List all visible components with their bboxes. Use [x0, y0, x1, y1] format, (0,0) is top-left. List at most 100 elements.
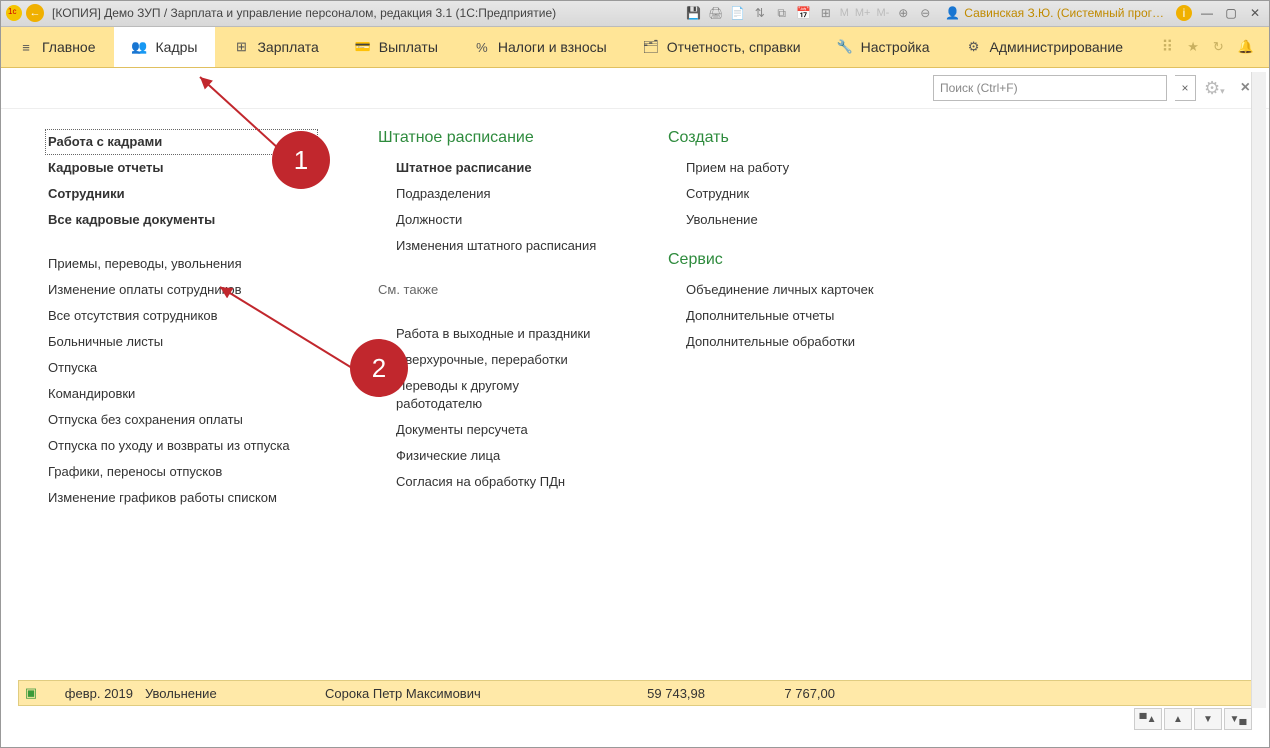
table-row[interactable]: ▣ февр. 2019 Увольнение Сорока Петр Макс…	[18, 680, 1252, 706]
row-person: Сорока Петр Максимович	[325, 686, 595, 701]
section-header: Сервис	[668, 251, 898, 269]
nav-link[interactable]: Переводы к другому работодателю	[396, 373, 608, 417]
window-title: [КОПИЯ] Демо ЗУП / Зарплата и управление…	[52, 6, 686, 20]
nav-link[interactable]: Подразделения	[396, 181, 608, 207]
nav-link[interactable]: Работа в выходные и праздники	[396, 321, 608, 347]
nav-link[interactable]: Штатное расписание	[396, 155, 608, 181]
pager-first-button[interactable]: ▀▲	[1134, 708, 1162, 730]
titlebar: ← [КОПИЯ] Демо ЗУП / Зарплата и управлен…	[0, 0, 1270, 27]
settings-gear-icon[interactable]: ⚙▾	[1204, 78, 1225, 99]
calc-icon[interactable]: ⊞	[818, 5, 834, 21]
pager-up-button[interactable]: ▲	[1164, 708, 1192, 730]
menu-label: Главное	[42, 39, 96, 55]
bell-icon[interactable]: 🔔	[1238, 39, 1254, 55]
menu-label: Выплаты	[379, 39, 438, 55]
sub-toolbar: Поиск (Ctrl+F) × ⚙▾ ×	[0, 68, 1270, 109]
nav-link[interactable]: Сотрудник	[686, 181, 898, 207]
menu-item-0[interactable]: ≡ Главное	[0, 27, 114, 67]
menu-item-4[interactable]: % Налоги и взносы	[456, 27, 625, 67]
row-sum1: 59 743,98	[595, 686, 705, 701]
mem-m[interactable]: M	[840, 7, 849, 19]
nav-link[interactable]: Отпуска без сохранения оплаты	[48, 407, 318, 433]
row-sum2: 7 767,00	[705, 686, 841, 701]
nav-link[interactable]: Изменение оплаты сотрудников	[48, 277, 318, 303]
info-icon[interactable]: i	[1176, 5, 1192, 21]
row-status-icon: ▣	[19, 685, 43, 701]
row-type: Увольнение	[141, 686, 325, 701]
doc-icon[interactable]: 📄	[730, 5, 746, 21]
vertical-scrollbar[interactable]	[1251, 72, 1266, 708]
nav-link[interactable]: Согласия на обработку ПДн	[396, 469, 608, 495]
nav-link[interactable]: Приемы, переводы, увольнения	[48, 251, 318, 277]
menu-label: Отчетность, справки	[667, 39, 801, 55]
annotation-badge-2: 2	[350, 339, 408, 397]
menu-item-7[interactable]: ⚙ Администрирование	[948, 27, 1142, 67]
menu-item-1[interactable]: 👥 Кадры	[114, 27, 216, 67]
menu-icon: %	[474, 39, 490, 55]
history-icon[interactable]: ↻	[1213, 39, 1224, 55]
section-header: Создать	[668, 129, 898, 147]
search-clear-button[interactable]: ×	[1175, 75, 1196, 101]
user-label[interactable]: 👤Савинская З.Ю. (Системный прог…	[945, 6, 1164, 20]
nav-link[interactable]: Командировки	[48, 381, 318, 407]
nav-link[interactable]: Должности	[396, 207, 608, 233]
pager-last-button[interactable]: ▼▄	[1224, 708, 1252, 730]
apps-icon[interactable]: ⠿	[1162, 37, 1174, 57]
nav-link[interactable]: Дополнительные отчеты	[686, 303, 898, 329]
menu-item-3[interactable]: 💳 Выплаты	[337, 27, 456, 67]
menu-label: Администрирование	[990, 39, 1124, 55]
nav-link[interactable]: Изменение графиков работы списком	[48, 485, 318, 511]
section-header: Штатное расписание	[378, 129, 608, 147]
nav-link[interactable]: Сотрудники	[48, 181, 318, 207]
nav-link[interactable]: Графики, переносы отпусков	[48, 459, 318, 485]
row-date: февр. 2019	[43, 686, 141, 701]
menu-icon: ≡	[18, 39, 34, 55]
pager: ▀▲ ▲ ▼ ▼▄	[18, 708, 1252, 730]
nav-link[interactable]: Сверхурочные, переработки	[396, 347, 608, 373]
annotation-badge-1: 1	[272, 131, 330, 189]
mem-mminus[interactable]: M-	[876, 7, 889, 19]
nav-link[interactable]: Дополнительные обработки	[686, 329, 898, 355]
calendar-icon[interactable]: 📅	[796, 5, 812, 21]
pager-down-button[interactable]: ▼	[1194, 708, 1222, 730]
copy-icon[interactable]: ⧉	[774, 5, 790, 21]
search-input[interactable]: Поиск (Ctrl+F)	[933, 75, 1167, 101]
maximize-button[interactable]: ▢	[1222, 6, 1240, 20]
nav-link[interactable]: Все отсутствия сотрудников	[48, 303, 318, 329]
nav-link[interactable]: Все кадровые документы	[48, 207, 318, 233]
back-button[interactable]: ←	[26, 4, 44, 22]
save-icon[interactable]: 💾	[686, 5, 702, 21]
menu-label: Настройка	[861, 39, 930, 55]
menu-label: Зарплата	[257, 39, 318, 55]
menu-label: Налоги и взносы	[498, 39, 607, 55]
menu-icon: ⊞	[233, 39, 249, 55]
compare-icon[interactable]: ⇅	[752, 5, 768, 21]
nav-link[interactable]: Изменения штатного расписания	[396, 233, 608, 259]
nav-link[interactable]: Физические лица	[396, 443, 608, 469]
star-icon[interactable]: ★	[1187, 39, 1199, 55]
zoom-out-icon[interactable]: ⊖	[917, 5, 933, 21]
nav-link[interactable]: Отпуска	[48, 355, 318, 381]
panel-close-button[interactable]: ×	[1241, 79, 1250, 97]
bottom-panel: ▣ февр. 2019 Увольнение Сорока Петр Макс…	[18, 680, 1252, 730]
nav-link[interactable]: Объединение личных карточек	[686, 277, 898, 303]
menu-icon: 👥	[132, 39, 148, 55]
nav-link[interactable]: Прием на работу	[686, 155, 898, 181]
nav-link[interactable]: Документы персучета	[396, 417, 608, 443]
nav-link[interactable]: Отпуска по уходу и возвраты из отпуска	[48, 433, 318, 459]
menu-label: Кадры	[156, 39, 198, 55]
nav-link[interactable]: Больничные листы	[48, 329, 318, 355]
nav-link[interactable]: Увольнение	[686, 207, 898, 233]
menu-item-5[interactable]: 🗂Отчетность, справки	[625, 27, 819, 67]
menu-item-6[interactable]: 🔧Настройка	[819, 27, 948, 67]
menu-icon: ⚙	[966, 39, 982, 55]
content-area: Работа с кадрамиКадровые отчетыСотрудник…	[0, 109, 1270, 669]
zoom-in-icon[interactable]: ⊕	[895, 5, 911, 21]
close-button[interactable]: ✕	[1246, 6, 1264, 20]
menu-icon: 💳	[355, 39, 371, 55]
menu-item-2[interactable]: ⊞ Зарплата	[215, 27, 336, 67]
mem-mplus[interactable]: M+	[855, 7, 871, 19]
minimize-button[interactable]: —	[1198, 6, 1216, 20]
print-icon[interactable]: 🖨	[708, 5, 724, 21]
see-also-label: См. также	[378, 277, 608, 303]
